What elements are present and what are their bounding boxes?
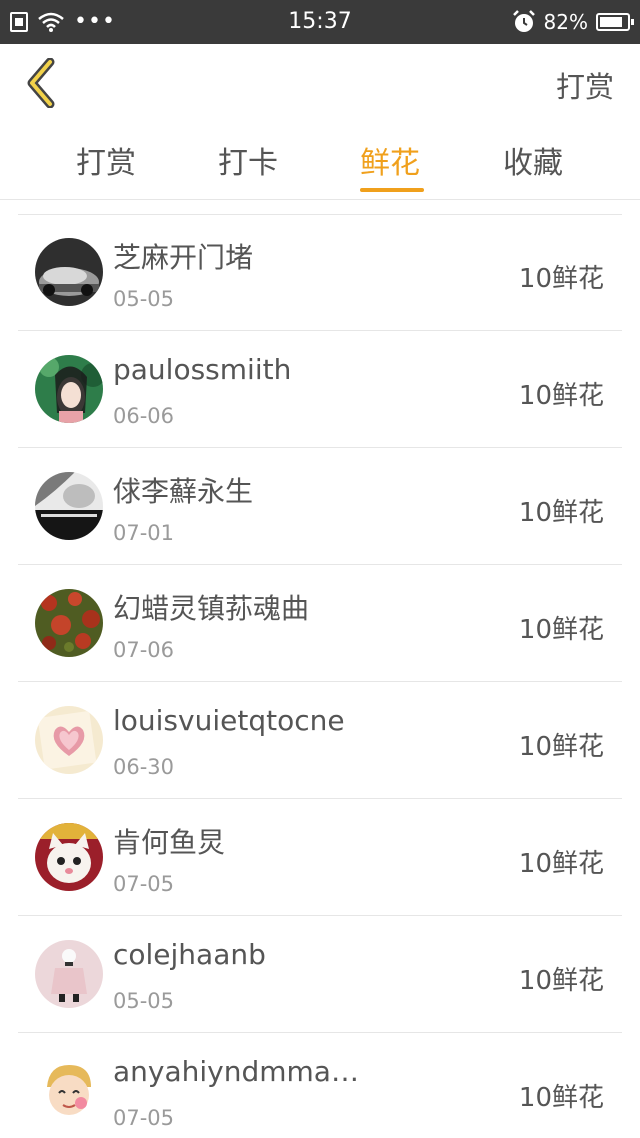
- user-name: 芝麻开门堵: [113, 241, 254, 274]
- flower-amount: 10鲜花: [518, 498, 604, 528]
- avatar: [35, 589, 103, 657]
- flower-amount: 10鲜花: [518, 264, 604, 294]
- flower-amount: 10鲜花: [518, 732, 604, 762]
- avatar: [35, 472, 103, 540]
- flower-amount: 10鲜花: [518, 849, 604, 879]
- avatar: [35, 706, 103, 774]
- list-item[interactable]: 幻蜡灵镇荪魂曲 07-06 10鲜花: [18, 565, 622, 682]
- list-item[interactable]: 俅李蘚永生 07-01 10鲜花: [18, 448, 622, 565]
- battery-percent: 82%: [543, 10, 588, 34]
- tab-bar: 打赏 打卡 鲜花 收藏: [0, 124, 640, 200]
- user-name: 俅李蘚永生: [113, 475, 254, 508]
- active-tab-indicator: [360, 188, 424, 192]
- battery-icon: [596, 13, 634, 31]
- date-label: 07-06: [113, 638, 175, 662]
- back-button[interactable]: [22, 57, 72, 109]
- status-right: 82%: [512, 0, 634, 44]
- user-name: colejhaanb: [113, 938, 266, 971]
- list-item[interactable]: anyahiyndmma… 07-05 10鲜花: [18, 1033, 622, 1138]
- avatar: [35, 238, 103, 306]
- user-name: 肯何鱼炅: [113, 826, 226, 859]
- tab-reward[interactable]: 打赏: [46, 138, 166, 198]
- flower-amount: 10鲜花: [518, 966, 604, 996]
- reward-action-button[interactable]: 打赏: [556, 64, 614, 106]
- avatar: [35, 940, 103, 1008]
- nav-bar: 打赏: [0, 44, 640, 124]
- date-label: 06-06: [113, 404, 175, 428]
- user-name: anyahiyndmma…: [113, 1055, 359, 1088]
- date-label: 06-30: [113, 755, 175, 779]
- avatar: [35, 823, 103, 891]
- list-item[interactable]: 肯何鱼炅 07-05 10鲜花: [18, 799, 622, 916]
- status-bar: ••• 15:37 82%: [0, 0, 640, 44]
- tab-checkin[interactable]: 打卡: [188, 138, 308, 198]
- flower-amount: 10鲜花: [518, 615, 604, 645]
- alarm-icon: [512, 10, 535, 32]
- list-item[interactable]: paulossmiith 06-06 10鲜花: [18, 331, 622, 448]
- date-label: 07-01: [113, 521, 175, 545]
- date-label: 05-05: [113, 989, 175, 1013]
- tab-favorites[interactable]: 收藏: [473, 138, 593, 198]
- avatar: [35, 1057, 103, 1125]
- user-name: louisvuietqtocne: [113, 704, 345, 737]
- flower-amount: 10鲜花: [518, 1083, 604, 1113]
- flower-amount: 10鲜花: [518, 381, 604, 411]
- list-item[interactable]: colejhaanb 05-05 10鲜花: [18, 916, 622, 1033]
- list-item[interactable]: louisvuietqtocne 06-30 10鲜花: [18, 682, 622, 799]
- chevron-left-icon: [27, 57, 55, 109]
- avatar: [35, 355, 103, 423]
- date-label: 05-05: [113, 287, 175, 311]
- flower-list: 芝麻开门堵 05-05 10鲜花 paulossmiith 06-06 10鲜花…: [18, 214, 622, 1138]
- user-name: paulossmiith: [113, 353, 292, 386]
- date-label: 07-05: [113, 1106, 175, 1130]
- date-label: 07-05: [113, 872, 175, 896]
- user-name: 幻蜡灵镇荪魂曲: [113, 592, 310, 625]
- list-item[interactable]: 芝麻开门堵 05-05 10鲜花: [18, 214, 622, 331]
